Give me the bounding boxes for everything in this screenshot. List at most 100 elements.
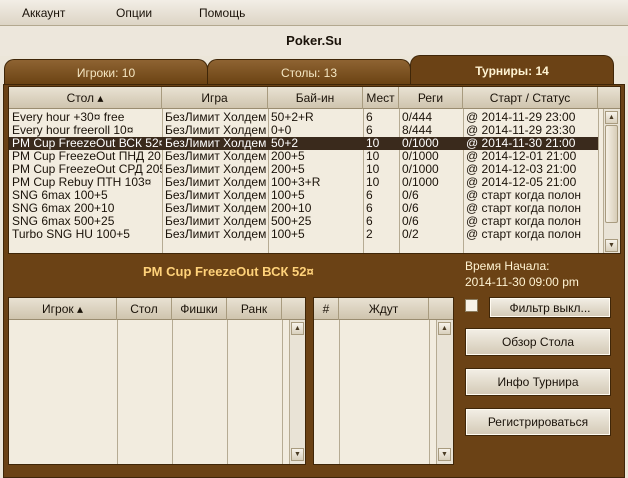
tournament-list-scrollbar[interactable]: ▲ ▼ <box>603 109 620 253</box>
selected-tournament-title: PM Cup FreezeOut ВСК 52¤ <box>143 264 314 279</box>
table-row[interactable]: PM Cup FreezeOut СРД 205 БезЛимит Холдем 2… <box>9 163 598 176</box>
col-header-spacer <box>429 298 453 320</box>
cell-regs: 0/444 <box>402 111 433 124</box>
cell-game: БезЛимит Холдем <box>165 176 267 189</box>
cell-seats: 6 <box>366 215 373 228</box>
col-header-table-num[interactable]: Стол <box>117 298 172 320</box>
cell-seats: 10 <box>366 137 380 150</box>
cell-game: БезЛимит Холдем <box>165 111 267 124</box>
menu-help[interactable]: Помощь <box>199 6 245 20</box>
tab-tables[interactable]: Столы: 13 <box>207 59 411 85</box>
cell-buyin: 200+5 <box>271 150 305 163</box>
cell-seats: 10 <box>366 176 380 189</box>
cell-start-status: @ 2014-11-29 23:00 <box>466 111 576 124</box>
table-row[interactable]: Turbo SNG HU 100+5 БезЛимит Холдем 100+5 2 0… <box>9 228 598 241</box>
col-header-regs[interactable]: Реги <box>399 87 463 109</box>
filter-checkbox[interactable] <box>465 299 478 312</box>
col-header-spacer <box>598 87 620 109</box>
col-header-number[interactable]: # <box>314 298 339 320</box>
col-header-player[interactable]: Игрок ▴ <box>9 298 117 320</box>
cell-start-status: @ 2014-12-01 21:00 <box>466 150 577 163</box>
waiting-list: # Ждут ▲ ▼ <box>313 297 454 465</box>
col-header-chips[interactable]: Фишки <box>172 298 227 320</box>
cell-seats: 6 <box>366 111 373 124</box>
cell-table-name: PM Cup FreezeOut ПНД 20 <box>12 150 161 163</box>
scroll-thumb[interactable] <box>605 125 618 223</box>
table-row[interactable]: PM Cup FreezeOut ПНД 20 БезЛимит Холдем 20… <box>9 150 598 163</box>
waiting-list-header: # Ждут <box>314 298 453 320</box>
table-row[interactable]: Every hour +30¤ free БезЛимит Холдем 50+2+… <box>9 111 598 124</box>
cell-start-status: @ 2014-12-05 21:00 <box>466 176 577 189</box>
table-row[interactable]: PM Cup FreezeOut ВСК 52¤ БезЛимит Холдем 5… <box>9 137 598 150</box>
cell-seats: 6 <box>366 202 373 215</box>
cell-game: БезЛимит Холдем <box>165 150 267 163</box>
table-view-button[interactable]: Обзор Стола <box>465 328 611 356</box>
cell-game: БезЛимит Холдем <box>165 124 267 137</box>
cell-regs: 0/1000 <box>402 176 439 189</box>
cell-seats: 10 <box>366 150 380 163</box>
cell-buyin: 50+2 <box>271 137 299 150</box>
tournament-info-button[interactable]: Инфо Турнира <box>465 368 611 396</box>
col-header-seats[interactable]: Мест <box>363 87 399 109</box>
col-header-table[interactable]: Стол ▴ <box>9 87 162 109</box>
cell-regs: 0/1000 <box>402 150 439 163</box>
col-header-waiting[interactable]: Ждут <box>339 298 429 320</box>
cell-game: БезЛимит Холдем <box>165 228 267 241</box>
cell-table-name: Every hour freeroll 10¤ <box>12 124 134 137</box>
cell-seats: 2 <box>366 228 373 241</box>
waiting-scrollbar[interactable]: ▲ ▼ <box>436 320 453 464</box>
cell-start-status: @ старт когда полон <box>466 189 582 202</box>
table-row[interactable]: PM Cup Rebuy ПТН 103¤ БезЛимит Холдем 100+… <box>9 176 598 189</box>
tournament-list-header: Стол ▴ Игра Бай-ин Мест Реги Старт / Ста… <box>9 87 620 109</box>
cell-game: БезЛимит Холдем <box>165 137 267 150</box>
cell-buyin: 100+5 <box>271 228 305 241</box>
players-scrollbar[interactable]: ▲ ▼ <box>289 320 305 464</box>
cell-game: БезЛимит Холдем <box>165 189 267 202</box>
cell-table-name: SNG 6max 100+5 <box>12 189 108 202</box>
table-row[interactable]: SNG 6max 100+5 БезЛимит Холдем 100+5 6 0/6 @ … <box>9 189 598 202</box>
tab-tournaments[interactable]: Турниры: 14 <box>410 55 614 85</box>
tab-players[interactable]: Игроки: 10 <box>4 59 208 85</box>
scroll-down-icon[interactable]: ▼ <box>291 448 304 461</box>
cell-buyin: 100+3+R <box>271 176 321 189</box>
cell-regs: 0/1000 <box>402 137 439 150</box>
cell-table-name: Every hour +30¤ free <box>12 111 125 124</box>
col-header-start-status[interactable]: Старт / Статус <box>463 87 598 109</box>
scroll-down-icon[interactable]: ▼ <box>605 239 618 252</box>
col-header-game[interactable]: Игра <box>162 87 268 109</box>
table-row[interactable]: SNG 6max 500+25 БезЛимит Холдем 500+25 6 0/6… <box>9 215 598 228</box>
tournament-list: Стол ▴ Игра Бай-ин Мест Реги Старт / Ста… <box>8 86 621 254</box>
scroll-down-icon[interactable]: ▼ <box>438 448 451 461</box>
app-title: Poker.Su <box>286 33 342 48</box>
cell-table-name: PM Cup FreezeOut ВСК 52¤ <box>12 137 162 150</box>
menu-options[interactable]: Опции <box>116 6 152 20</box>
cell-buyin: 200+10 <box>271 202 312 215</box>
cell-table-name: Turbo SNG HU 100+5 <box>12 228 130 241</box>
scroll-up-icon[interactable]: ▲ <box>605 111 618 124</box>
cell-seats: 10 <box>366 163 380 176</box>
cell-regs: 0/6 <box>402 215 419 228</box>
cell-regs: 8/444 <box>402 124 433 137</box>
register-button[interactable]: Регистрироваться <box>465 408 611 436</box>
table-row[interactable]: SNG 6max 200+10 БезЛимит Холдем 200+10 6 0/6… <box>9 202 598 215</box>
filter-button[interactable]: Фильтр выкл... <box>489 297 611 318</box>
col-header-buyin[interactable]: Бай-ин <box>268 87 363 109</box>
cell-table-name: PM Cup Rebuy ПТН 103¤ <box>12 176 152 189</box>
cell-buyin: 500+25 <box>271 215 312 228</box>
cell-start-status: @ старт когда полон <box>466 202 582 215</box>
players-table-header: Игрок ▴ Стол Фишки Ранк <box>9 298 305 320</box>
cell-regs: 0/2 <box>402 228 419 241</box>
col-header-rank[interactable]: Ранк <box>227 298 282 320</box>
cell-regs: 0/6 <box>402 189 419 202</box>
cell-game: БезЛимит Холдем <box>165 163 267 176</box>
table-row[interactable]: Every hour freeroll 10¤ БезЛимит Холдем 0+… <box>9 124 598 137</box>
scroll-up-icon[interactable]: ▲ <box>438 322 451 335</box>
cell-regs: 0/6 <box>402 202 419 215</box>
cell-game: БезЛимит Холдем <box>165 215 267 228</box>
cell-regs: 0/1000 <box>402 163 439 176</box>
cell-start-status: @ 2014-11-29 23:30 <box>466 124 576 137</box>
cell-table-name: PM Cup FreezeOut СРД 205 <box>12 163 162 176</box>
menu-account[interactable]: Аккаунт <box>22 6 65 20</box>
cell-start-status: @ 2014-12-03 21:00 <box>466 163 577 176</box>
scroll-up-icon[interactable]: ▲ <box>291 322 304 335</box>
